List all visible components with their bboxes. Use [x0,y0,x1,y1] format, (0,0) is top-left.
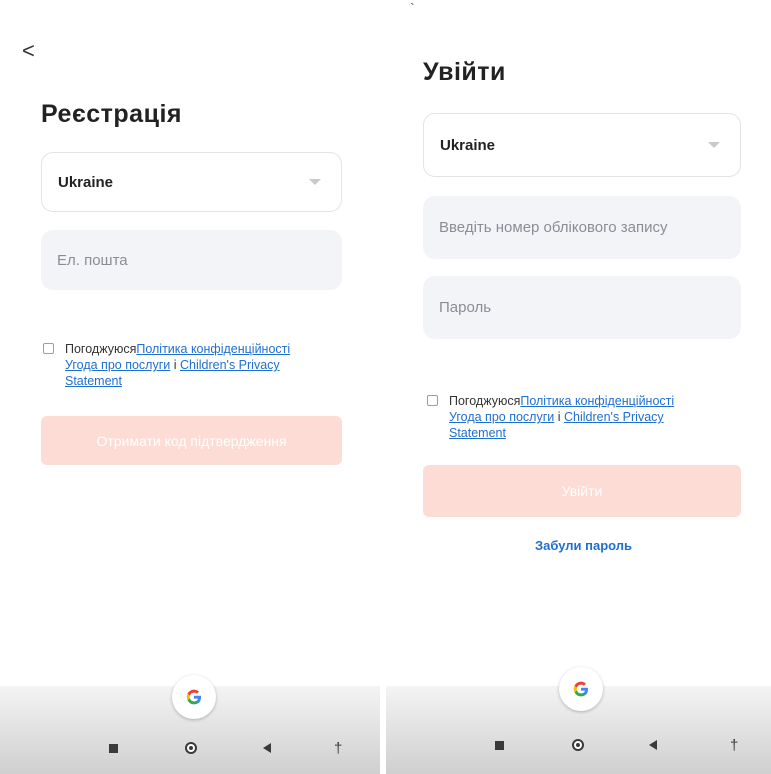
recents-nav-icon[interactable] [109,744,118,753]
stray-mark: ` [410,0,415,16]
children-privacy-link-cont[interactable]: Statement [65,374,122,388]
agree-prefix: Погоджуюся [65,342,137,356]
account-field[interactable]: Введіть номер облікового запису [423,196,741,259]
agree-conj: і [554,410,564,424]
back-nav-icon[interactable] [649,740,657,750]
home-nav-icon[interactable] [572,739,584,751]
login-button[interactable]: Увійти [423,465,741,517]
privacy-policy-link[interactable]: Політика конфіденційності [136,342,290,356]
country-select[interactable]: Ukraine [423,113,741,177]
login-screen: ` Увійти Ukraine Введіть номер обліковог… [386,0,771,774]
password-field[interactable]: Пароль [423,276,741,339]
register-screen: < Реєстрація Ukraine Ел. пошта Погоджуюс… [0,0,380,774]
country-select[interactable]: Ukraine [41,152,342,212]
forgot-password-link[interactable]: Забули пароль [535,538,632,553]
page-title: Реєстрація [41,100,182,128]
chevron-down-icon [309,179,321,185]
back-nav-icon[interactable] [263,743,271,753]
page-title: Увійти [423,58,506,86]
google-signin-button[interactable] [559,667,603,711]
children-privacy-link[interactable]: Children's Privacy [564,410,664,424]
bottom-bar: † [0,675,380,774]
terms-link[interactable]: Угода про послуги [449,410,554,424]
bottom-bar: † [386,667,771,774]
email-placeholder: Ел. пошта [57,251,128,269]
google-icon [186,689,201,705]
country-value: Ukraine [58,173,114,191]
chevron-down-icon [708,142,720,148]
google-icon [573,681,588,697]
account-placeholder: Введіть номер облікового запису [439,219,668,236]
recents-nav-icon[interactable] [495,741,504,750]
get-code-button[interactable]: Отримати код підтвердження [41,416,342,465]
home-nav-icon[interactable] [185,742,197,754]
agree-checkbox[interactable] [427,395,438,406]
agree-checkbox[interactable] [43,343,54,354]
accessibility-icon[interactable]: † [730,738,738,753]
terms-link[interactable]: Угода про послуги [65,358,170,372]
agreement-row: ПогоджуюсяПолітика конфіденційності Угод… [43,341,343,393]
children-privacy-link[interactable]: Children's Privacy [180,358,280,372]
accessibility-icon[interactable]: † [334,741,342,756]
privacy-policy-link[interactable]: Політика конфіденційності [520,394,674,408]
agreement-row: ПогоджуюсяПолітика конфіденційності Угод… [427,393,747,445]
email-field[interactable]: Ел. пошта [41,230,342,290]
google-signin-button[interactable] [172,675,216,719]
password-placeholder: Пароль [439,299,492,316]
agree-conj: і [170,358,180,372]
children-privacy-link-cont[interactable]: Statement [449,426,506,440]
country-value: Ukraine [440,136,496,154]
agree-prefix: Погоджуюся [449,394,521,408]
back-icon[interactable]: < [22,40,35,62]
